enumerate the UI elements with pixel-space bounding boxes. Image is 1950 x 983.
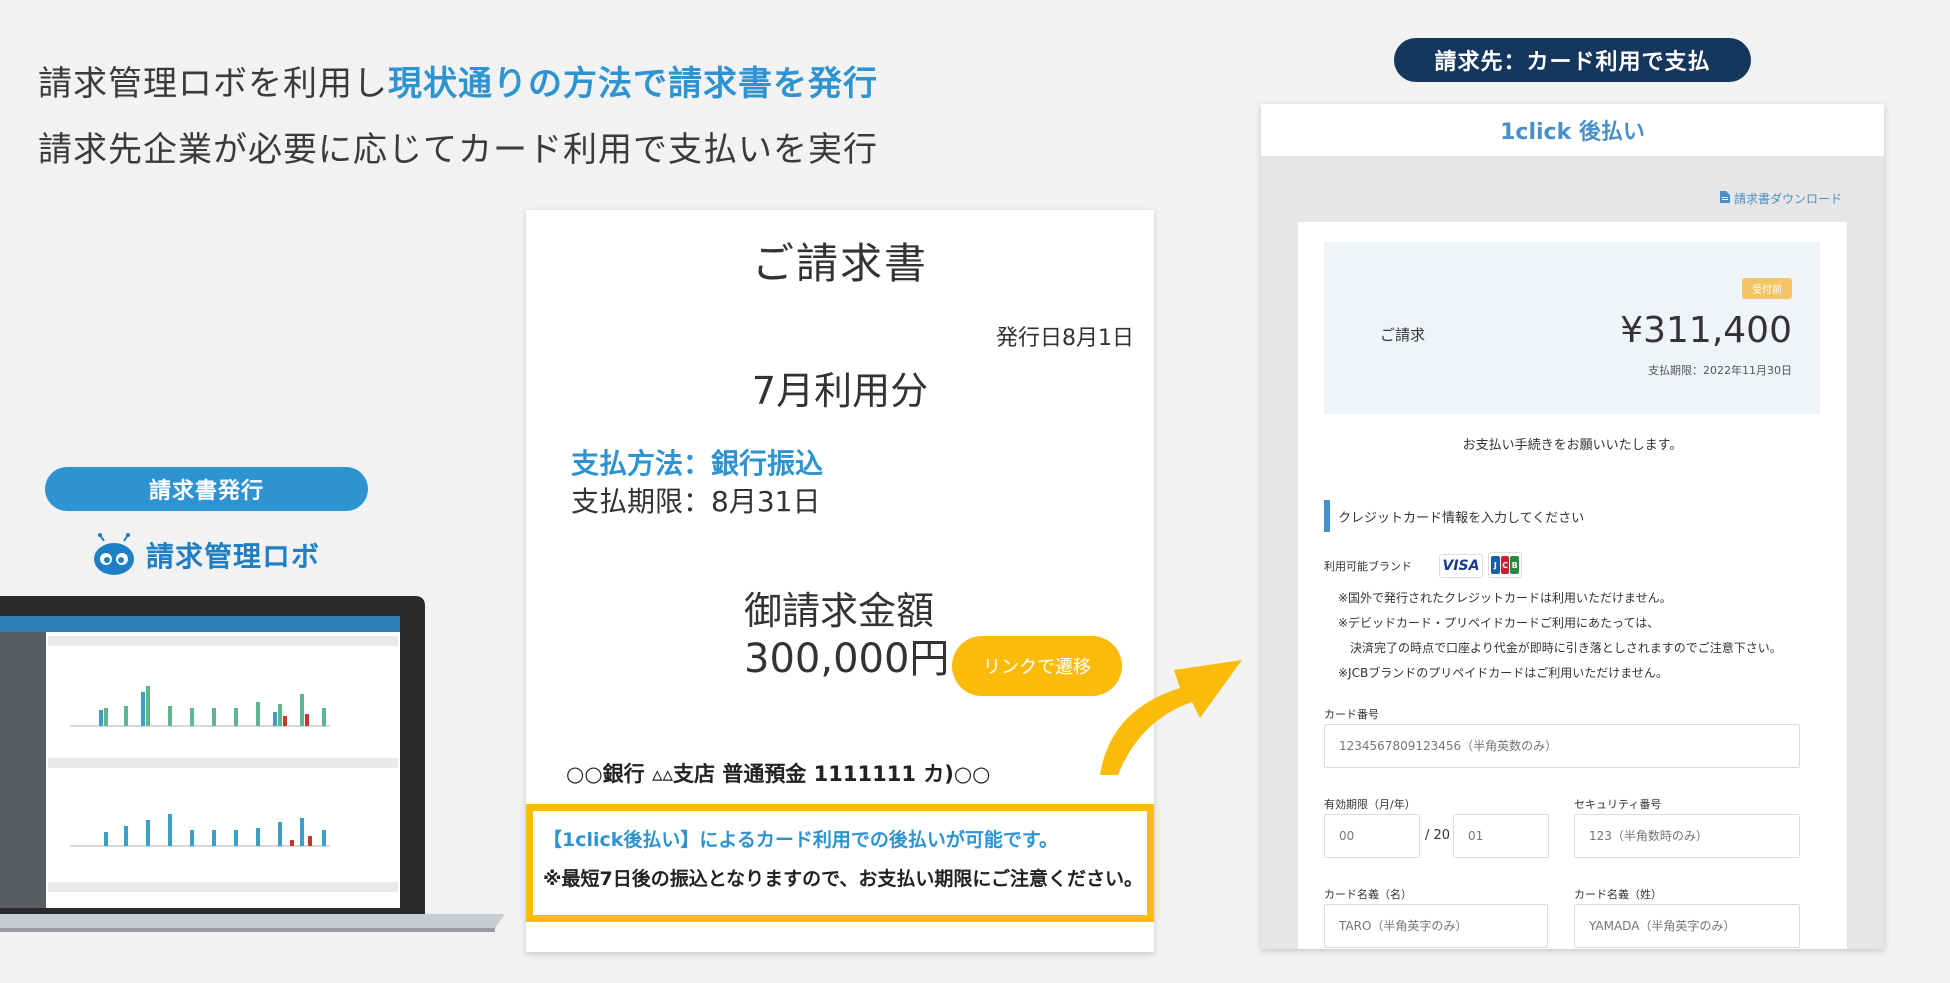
expiry-year-input[interactable] [1453, 814, 1549, 858]
headline-line2: 請求先企業が必要に応じてカード利用で支払いを実行 [38, 130, 878, 170]
headline-prefix: 請求管理ロボを利用し [38, 64, 388, 104]
card-number-input[interactable] [1324, 724, 1800, 768]
invoice-payment-due: 支払期限：8月31日 [571, 485, 821, 518]
logo: 請求管理ロボ [90, 533, 320, 577]
invoice-notice-box: 【1click後払い】によるカード利用での後払いが可能です。 ※最短7日後の振込… [526, 804, 1154, 922]
expiry-separator: / 20 [1425, 828, 1451, 843]
notice-line-1: 【1click後払い】によるカード利用での後払いが可能です。 [543, 829, 1058, 851]
payment-header-title: 1click 後払い [1261, 104, 1884, 156]
available-brands-label: 利用可能ブランド [1324, 560, 1412, 573]
laptop-screenshot-image [0, 596, 505, 936]
invoice-payment-method: 支払方法：銀行振込 [571, 447, 824, 480]
summary-amount: ¥311,400 [1620, 310, 1792, 351]
payment-page: 1click 後払い 請求書ダウンロード 受付前 ご請求 ¥311,400 支払… [1261, 104, 1884, 949]
invoice-card: ご請求書 発行日8月1日 7月利用分 支払方法：銀行振込 支払期限：8月31日 … [526, 210, 1154, 952]
security-code-label: セキュリティ番号 [1574, 798, 1662, 811]
status-badge: 受付前 [1742, 278, 1792, 299]
last-name-input[interactable] [1574, 904, 1800, 948]
jcb-icon: J C B [1488, 552, 1522, 578]
logo-text: 請求管理ロボ [146, 540, 321, 573]
security-code-input[interactable] [1574, 814, 1800, 858]
expiry-label: 有効期限（月/年） [1324, 798, 1416, 811]
invoice-issue-date: 発行日8月1日 [996, 326, 1134, 351]
first-name-input[interactable] [1324, 904, 1548, 948]
card-info-section-title: クレジットカード情報を入力してください [1324, 500, 1584, 532]
card-note: ※国外で発行されたクレジットカードは利用いただけません。 [1338, 591, 1672, 605]
robot-icon [90, 533, 138, 577]
invoice-usage-month: 7月利用分 [751, 369, 929, 413]
download-link-label: 請求書ダウンロード [1733, 192, 1842, 206]
arrow-icon [1090, 640, 1250, 780]
headline-highlight: 現状通りの方法で請求書を発行 [388, 64, 878, 104]
payment-request-text: お支払い手続きをお願いいたします。 [1462, 438, 1683, 453]
card-payment-pill: 請求先：カード利用で支払 [1394, 38, 1751, 82]
last-name-label: カード名義（姓） [1574, 888, 1662, 901]
jcb-letter-j: J [1491, 556, 1500, 574]
payment-form-card: 受付前 ご請求 ¥311,400 支払期限：2022年11月30日 お支払い手続… [1298, 222, 1847, 949]
notice-line-2: ※最短7日後の振込となりますので、お支払い期限にご注意ください。 [543, 868, 1143, 890]
jcb-letter-c: C [1500, 556, 1510, 574]
expiry-month-input[interactable] [1324, 814, 1420, 858]
card-note: ※デビッドカード・プリペイドカードご利用にあたっては、 [1338, 616, 1660, 630]
card-note: ※JCBブランドのプリペイドカードはご利用いただけません。 [1338, 666, 1668, 680]
headline-line1: 請求管理ロボを利用し現状通りの方法で請求書を発行 [38, 56, 878, 105]
billing-summary: 受付前 ご請求 ¥311,400 支払期限：2022年11月30日 [1324, 242, 1820, 414]
invoice-bank-info: ○○銀行 ▵▵支店 普通預金 1111111 カ)○○ [566, 762, 991, 786]
issue-invoice-pill: 請求書発行 [45, 467, 368, 511]
invoice-title: ご請求書 [751, 239, 928, 288]
jcb-letter-b: B [1510, 556, 1520, 574]
card-number-label: カード番号 [1324, 708, 1379, 721]
document-icon [1719, 191, 1730, 206]
first-name-label: カード名義（名） [1324, 888, 1412, 901]
summary-due-date: 支払期限：2022年11月30日 [1648, 364, 1792, 377]
summary-label: ご請求 [1380, 326, 1426, 344]
invoice-download-link[interactable]: 請求書ダウンロード [1719, 190, 1842, 207]
invoice-amount: 300,000円 [744, 636, 950, 682]
visa-icon: VISA [1439, 554, 1483, 578]
card-note: 決済完了の時点で口座より代金が即時に引き落としされますのでご注意下さい。 [1338, 641, 1782, 655]
